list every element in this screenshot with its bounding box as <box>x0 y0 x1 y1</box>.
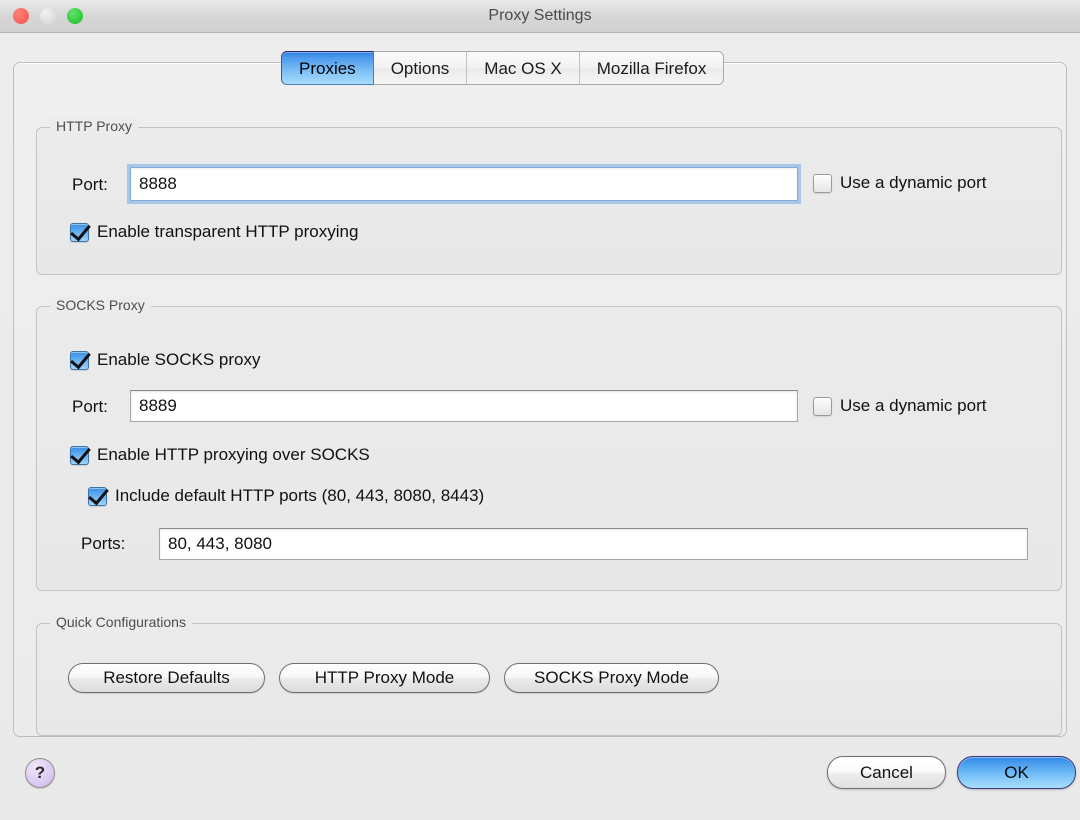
enable-socks-checkbox[interactable] <box>70 351 89 370</box>
help-icon[interactable]: ? <box>25 758 55 788</box>
include-default-ports-label: Include default HTTP ports (80, 443, 808… <box>115 486 484 506</box>
include-default-ports-checkbox-row[interactable]: Include default HTTP ports (80, 443, 808… <box>88 486 484 506</box>
tab-mozilla-firefox[interactable]: Mozilla Firefox <box>580 51 725 85</box>
http-dynamic-port-checkbox-row[interactable]: Use a dynamic port <box>813 173 986 193</box>
socks-port-label: Port: <box>72 397 108 417</box>
cancel-button[interactable]: Cancel <box>827 756 946 789</box>
http-over-socks-label: Enable HTTP proxying over SOCKS <box>97 445 370 465</box>
http-over-socks-checkbox[interactable] <box>70 446 89 465</box>
tab-mac-os-x[interactable]: Mac OS X <box>467 51 579 85</box>
restore-defaults-button[interactable]: Restore Defaults <box>68 663 265 693</box>
tab-bar: Proxies Options Mac OS X Mozilla Firefox <box>281 51 724 85</box>
socks-dynamic-port-label: Use a dynamic port <box>840 396 986 416</box>
http-dynamic-port-checkbox[interactable] <box>813 174 832 193</box>
ok-button[interactable]: OK <box>957 756 1076 789</box>
http-proxy-mode-button[interactable]: HTTP Proxy Mode <box>279 663 490 693</box>
proxy-settings-window: Proxy Settings Proxies Options Mac OS X … <box>0 0 1080 820</box>
tab-proxies[interactable]: Proxies <box>281 51 374 85</box>
enable-socks-checkbox-row[interactable]: Enable SOCKS proxy <box>70 350 260 370</box>
socks-proxy-group-title: SOCKS Proxy <box>50 297 151 313</box>
tab-options[interactable]: Options <box>374 51 468 85</box>
ports-input[interactable]: 80, 443, 8080 <box>159 528 1028 560</box>
transparent-http-label: Enable transparent HTTP proxying <box>97 222 358 242</box>
http-port-label: Port: <box>72 175 108 195</box>
socks-dynamic-port-checkbox-row[interactable]: Use a dynamic port <box>813 396 986 416</box>
transparent-http-checkbox-row[interactable]: Enable transparent HTTP proxying <box>70 222 358 242</box>
quick-configurations-group-title: Quick Configurations <box>50 614 192 630</box>
transparent-http-checkbox[interactable] <box>70 223 89 242</box>
window-title: Proxy Settings <box>0 0 1080 32</box>
ports-label: Ports: <box>81 534 125 554</box>
http-dynamic-port-label: Use a dynamic port <box>840 173 986 193</box>
title-bar: Proxy Settings <box>0 0 1080 33</box>
http-proxy-group-title: HTTP Proxy <box>50 118 138 134</box>
http-proxy-group: HTTP Proxy <box>36 127 1062 275</box>
http-port-input[interactable]: 8888 <box>130 167 798 201</box>
socks-proxy-mode-button[interactable]: SOCKS Proxy Mode <box>504 663 719 693</box>
enable-socks-label: Enable SOCKS proxy <box>97 350 260 370</box>
socks-port-input[interactable]: 8889 <box>130 390 798 422</box>
include-default-ports-checkbox[interactable] <box>88 487 107 506</box>
http-over-socks-checkbox-row[interactable]: Enable HTTP proxying over SOCKS <box>70 445 370 465</box>
socks-dynamic-port-checkbox[interactable] <box>813 397 832 416</box>
